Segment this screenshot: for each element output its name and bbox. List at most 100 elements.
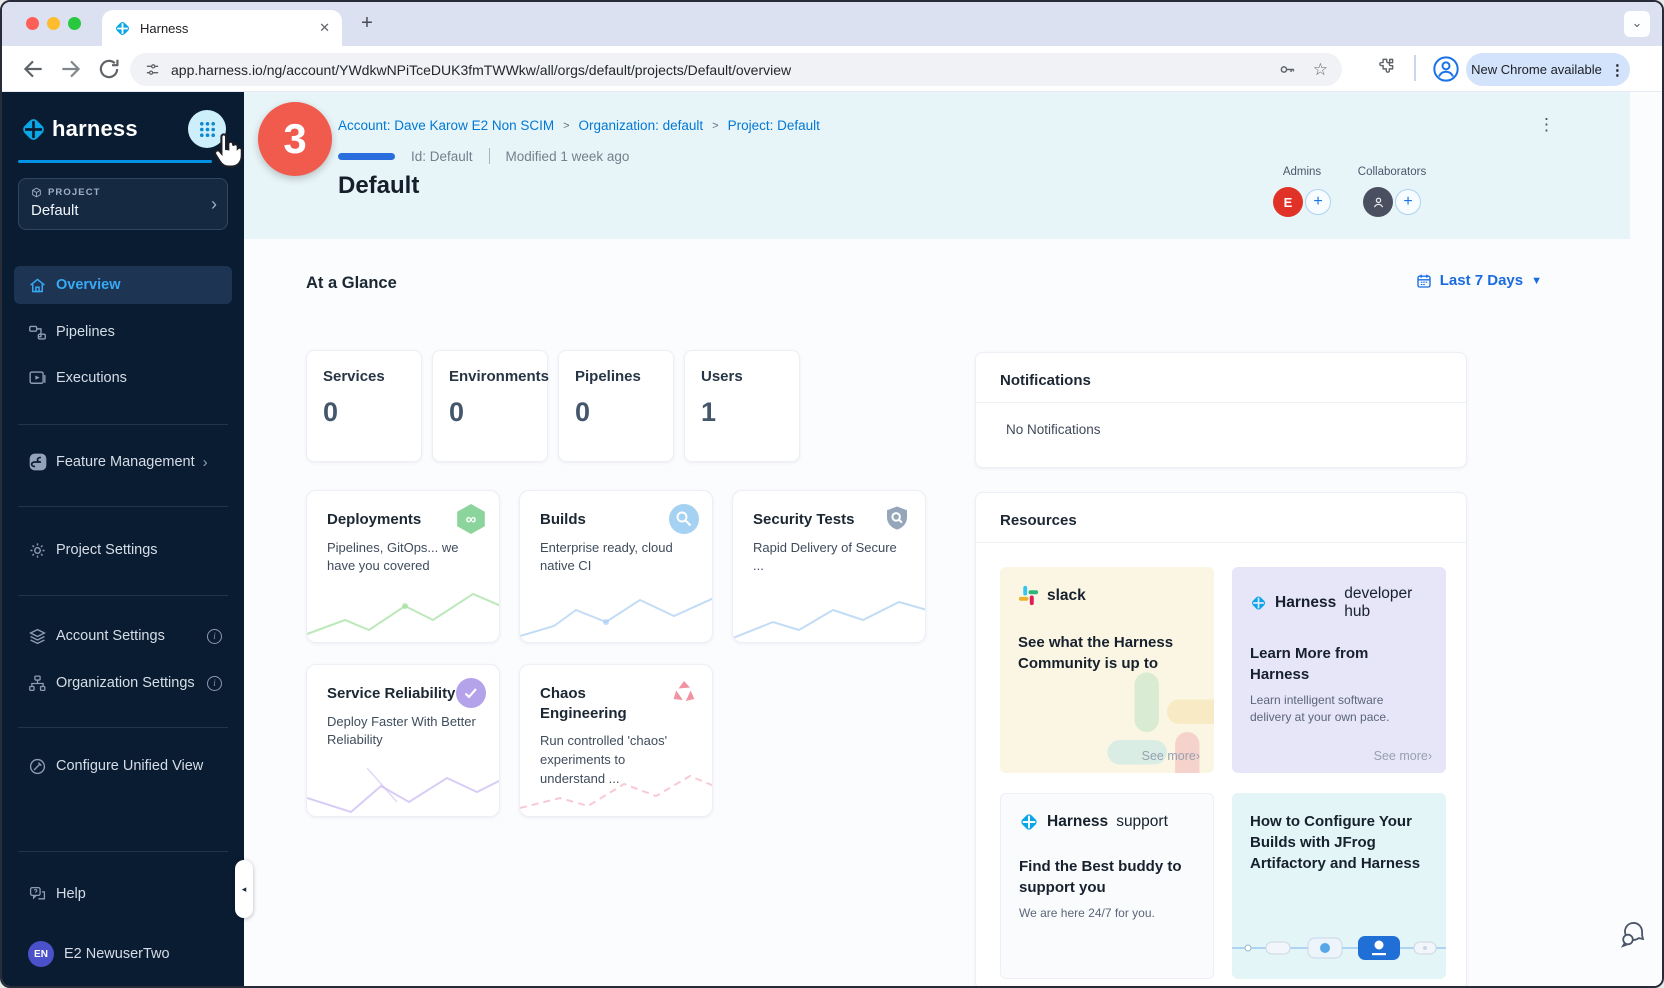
sidebar-item-label: Organization Settings bbox=[56, 675, 195, 691]
sidebar-divider bbox=[18, 595, 228, 596]
stat-value: 0 bbox=[575, 397, 657, 428]
module-card-chaos-engineering[interactable]: Chaos Engineering Run controlled 'chaos'… bbox=[519, 664, 713, 817]
annotation-step-badge: 3 bbox=[258, 102, 332, 176]
breadcrumb-project-link[interactable]: Project: Default bbox=[728, 118, 820, 133]
sidebar-item-executions[interactable]: Executions bbox=[14, 359, 232, 397]
stat-value: 0 bbox=[323, 397, 405, 428]
harness-favicon-icon bbox=[114, 20, 131, 37]
resources-panel: Resources slack See what the Harness Com… bbox=[975, 492, 1467, 988]
stat-card-users[interactable]: Users 1 bbox=[684, 350, 800, 462]
devhub-brand-label: Harness bbox=[1275, 594, 1336, 612]
password-key-icon[interactable] bbox=[1278, 60, 1297, 79]
sidebar-item-account-settings[interactable]: Account Settings i bbox=[14, 617, 232, 655]
collaborator-avatar[interactable] bbox=[1363, 187, 1393, 217]
chrome-update-label: New Chrome available bbox=[1471, 62, 1602, 77]
notifications-title: Notifications bbox=[976, 353, 1466, 403]
breadcrumb-separator: > bbox=[563, 120, 569, 132]
minimize-window-button[interactable] bbox=[47, 17, 60, 30]
gear-icon bbox=[28, 541, 56, 560]
module-card-security-tests[interactable]: Security Tests Rapid Delivery of Secure … bbox=[732, 490, 926, 643]
stat-card-environments[interactable]: Environments 0 bbox=[432, 350, 548, 462]
close-window-button[interactable] bbox=[26, 17, 39, 30]
harness-logo-icon bbox=[1250, 593, 1267, 613]
stat-label: Pipelines bbox=[575, 368, 657, 385]
new-tab-button[interactable]: + bbox=[354, 12, 380, 35]
sidebar-collapse-handle[interactable]: ◂ bbox=[235, 860, 253, 918]
admin-avatar[interactable]: E bbox=[1273, 187, 1303, 217]
browser-tab[interactable]: Harness ✕ bbox=[102, 10, 342, 46]
maximize-window-button[interactable] bbox=[68, 17, 81, 30]
slack-card-heading: See what the Harness Community is up to bbox=[1018, 632, 1196, 674]
resource-card-developer-hub[interactable]: Harness developer hub Learn More from Ha… bbox=[1232, 567, 1446, 773]
modified-text: Modified 1 week ago bbox=[506, 149, 630, 164]
resource-card-jfrog[interactable]: How to Configure Your Builds with JFrog … bbox=[1232, 793, 1446, 979]
notifications-panel: Notifications No Notifications bbox=[975, 352, 1467, 468]
add-collaborator-button[interactable]: + bbox=[1395, 189, 1421, 215]
site-settings-icon[interactable] bbox=[144, 61, 161, 78]
admins-label: Admins bbox=[1256, 166, 1348, 178]
resource-card-support[interactable]: Harness support Find the Best buddy to s… bbox=[1000, 793, 1214, 979]
help-chat-icon bbox=[28, 885, 56, 904]
bookmark-star-icon[interactable]: ☆ bbox=[1313, 60, 1328, 80]
devhub-card-body: Learn intelligent software delivery at y… bbox=[1250, 692, 1428, 726]
breadcrumb-organization-link[interactable]: Organization: default bbox=[579, 118, 704, 133]
stat-card-services[interactable]: Services 0 bbox=[306, 350, 422, 462]
devhub-card-heading: Learn More from Harness bbox=[1250, 643, 1428, 685]
forward-icon[interactable] bbox=[58, 56, 84, 82]
collapse-arrow-icon: ◂ bbox=[242, 884, 247, 895]
sidebar-item-feature-management[interactable]: Feature Management › bbox=[14, 443, 232, 481]
module-description: Run controlled 'chaos' experiments to un… bbox=[540, 732, 692, 789]
resource-card-slack[interactable]: slack See what the Harness Community is … bbox=[1000, 567, 1214, 773]
admins-group: Admins E + bbox=[1256, 166, 1348, 217]
sidebar-item-label: Help bbox=[56, 886, 86, 902]
page-options-kebab-icon[interactable]: ⋮ bbox=[1536, 118, 1558, 131]
sidebar-item-help[interactable]: Help bbox=[14, 875, 232, 913]
sidebar-item-overview[interactable]: Overview bbox=[14, 266, 232, 304]
stat-card-pipelines[interactable]: Pipelines 0 bbox=[558, 350, 674, 462]
module-card-builds[interactable]: Builds Enterprise ready, cloud native CI bbox=[519, 490, 713, 643]
sidebar-item-configure-unified-view[interactable]: Configure Unified View bbox=[14, 747, 232, 785]
sidebar-item-organization-settings[interactable]: Organization Settings i bbox=[14, 664, 232, 702]
module-title: Builds bbox=[540, 510, 672, 530]
module-card-service-reliability[interactable]: Service Reliability Deploy Faster With B… bbox=[306, 664, 500, 817]
pipelines-icon bbox=[28, 323, 56, 342]
tab-search-chevron-icon[interactable]: ⌄ bbox=[1624, 11, 1650, 37]
sidebar-item-label: Account Settings bbox=[56, 628, 165, 644]
module-description: Pipelines, GitOps... we have you covered bbox=[327, 539, 479, 577]
collaborators-group: Collaborators + bbox=[1346, 166, 1438, 217]
sidebar-item-pipelines[interactable]: Pipelines bbox=[14, 313, 232, 351]
sidebar-item-user-profile[interactable]: EN E2 NewuserTwo bbox=[14, 935, 232, 973]
chevron-right-icon: › bbox=[211, 194, 217, 215]
user-avatar: EN bbox=[28, 941, 54, 967]
deployments-icon: ∞ bbox=[456, 504, 486, 534]
add-admin-button[interactable]: + bbox=[1305, 189, 1331, 215]
module-card-deployments[interactable]: ∞ Deployments Pipelines, GitOps... we ha… bbox=[306, 490, 500, 643]
chrome-update-button[interactable]: New Chrome available ⋮ bbox=[1466, 53, 1630, 86]
info-icon[interactable]: i bbox=[207, 629, 222, 644]
reload-icon[interactable] bbox=[96, 56, 122, 82]
stat-label: Environments bbox=[449, 368, 531, 385]
sidebar-item-project-settings[interactable]: Project Settings bbox=[14, 531, 232, 569]
browser-menu-icon[interactable]: ⋮ bbox=[1610, 61, 1625, 79]
extensions-icon[interactable] bbox=[1376, 57, 1395, 76]
project-selector-value: Default bbox=[31, 202, 215, 219]
slack-logo-icon bbox=[1018, 585, 1039, 606]
chaos-engineering-icon bbox=[669, 678, 699, 708]
project-selector[interactable]: PROJECT Default › bbox=[18, 178, 228, 230]
tab-close-icon[interactable]: ✕ bbox=[319, 20, 330, 36]
see-more-link[interactable]: See more› bbox=[1374, 749, 1432, 763]
module-description: Enterprise ready, cloud native CI bbox=[540, 539, 692, 577]
breadcrumb-account-link[interactable]: Account: Dave Karow E2 Non SCIM bbox=[338, 118, 554, 133]
slack-brand-label: slack bbox=[1047, 587, 1086, 605]
date-range-picker[interactable]: Last 7 Days ▼ bbox=[1416, 272, 1542, 289]
breadcrumb-separator: > bbox=[712, 120, 718, 132]
sidebar-item-label: Configure Unified View bbox=[56, 758, 203, 774]
help-chat-fab-icon[interactable] bbox=[1618, 918, 1648, 948]
url-bar[interactable]: app.harness.io/ng/account/YWdkwNPiTceDUK… bbox=[130, 53, 1342, 86]
jfrog-card-heading: How to Configure Your Builds with JFrog … bbox=[1250, 811, 1428, 874]
back-icon[interactable] bbox=[20, 56, 46, 82]
see-more-link[interactable]: See more› bbox=[1142, 749, 1200, 763]
sidebar-item-label: Project Settings bbox=[56, 542, 158, 558]
info-icon[interactable]: i bbox=[207, 676, 222, 691]
profile-icon[interactable] bbox=[1432, 55, 1460, 83]
